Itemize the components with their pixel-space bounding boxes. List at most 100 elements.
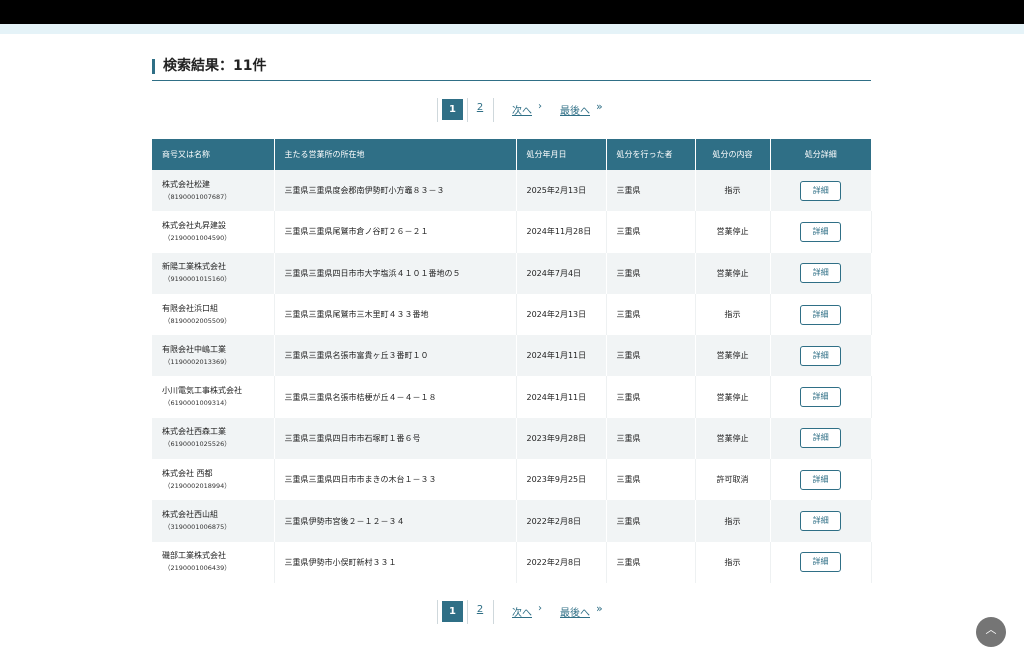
results-title: 検索結果：11件 (163, 58, 267, 74)
company-number: （9190001015160） (164, 275, 231, 284)
detail-button[interactable]: 詳細 (800, 511, 842, 532)
cell-authority: 三重県 (606, 417, 696, 460)
cell-content: 営業停止 (695, 211, 771, 253)
cell-detail: 詳細 (770, 541, 872, 583)
table-row: 磯部工業株式会社 （2190001006439） 三重県伊勢市小俣町新村３３１ 202… (152, 541, 872, 583)
company-number: （1190002013369） (164, 357, 231, 366)
cell-authority: 三重県 (606, 293, 696, 336)
detail-button[interactable]: 詳細 (800, 428, 842, 449)
table-row: 株式会社西山組 （3190001006875） 三重県伊勢市宮後２－１２－３４ 202… (152, 500, 871, 542)
cell-company: 株式会社 西都 （2190002018994） (152, 459, 275, 501)
company-name: 株式会社西森工業 (162, 427, 226, 437)
double-chevron-right-icon[interactable]: » (596, 100, 603, 113)
next-page-link[interactable]: 次へ (512, 102, 532, 117)
top-light-bar (0, 24, 1024, 34)
pagination-divider (467, 600, 468, 624)
table-row: 有限会社浜口組 （8190002005509） 三重県三重県尾鷲市三木里町４３３番地… (152, 293, 872, 336)
chevron-right-icon[interactable]: › (538, 101, 542, 112)
last-page-link[interactable]: 最後へ (560, 604, 590, 619)
cell-detail: 詳細 (770, 459, 872, 501)
detail-button[interactable]: 詳細 (800, 345, 842, 366)
cell-address: 三重県三重県尾鷲市三木里町４３３番地 (274, 293, 517, 336)
header-company-name: 商号又は名称 (152, 139, 275, 170)
company-number: （6190001009314） (164, 399, 231, 408)
cell-authority: 三重県 (606, 335, 696, 377)
double-chevron-right-icon[interactable]: » (596, 602, 603, 615)
cell-company: 小川電気工事株式会社 （6190001009314） (152, 376, 275, 418)
cell-company: 株式会社西山組 （3190001006875） (152, 500, 275, 542)
detail-button[interactable]: 詳細 (800, 387, 841, 408)
cell-address: 三重県三重県四日市市石塚町１番６号 (274, 417, 517, 460)
company-name: 株式会社西山組 (162, 510, 218, 520)
pagination-divider (493, 600, 494, 624)
top-black-bar (0, 0, 1024, 24)
page-2-link[interactable]: 2 (474, 102, 486, 113)
pagination-divider (493, 98, 494, 122)
detail-button[interactable]: 詳細 (800, 469, 841, 490)
cell-date: 2024年1月11日 (516, 376, 607, 418)
detail-button[interactable]: 詳細 (800, 180, 842, 201)
header-address: 主たる営業所の所在地 (274, 139, 517, 170)
table-header-row: 商号又は名称 主たる営業所の所在地 処分年月日 処分を行った者 処分の内容 処分… (152, 139, 871, 170)
cell-date: 2025年2月13日 (516, 170, 607, 212)
company-number: （3190001006875） (164, 523, 231, 532)
detail-button[interactable]: 詳細 (800, 221, 841, 242)
cell-detail: 詳細 (770, 252, 871, 294)
cell-authority: 三重県 (606, 170, 696, 212)
cell-address: 三重県伊勢市小俣町新村３３１ (274, 541, 517, 583)
table-row: 小川電気工事株式会社 （6190001009314） 三重県三重県名張市桔梗が丘４－… (152, 376, 872, 418)
company-name: 小川電気工事株式会社 (162, 386, 242, 396)
company-number: （8190002005509） (164, 316, 231, 325)
last-page-link[interactable]: 最後へ (560, 102, 590, 117)
table-row: 株式会社丸昇建設 （2190001004590） 三重県三重県尾鷲市倉ノ谷町２６－２… (152, 211, 872, 253)
cell-date: 2024年1月11日 (516, 335, 607, 377)
cell-content: 営業停止 (695, 252, 771, 294)
cell-content: 指示 (695, 500, 771, 542)
pagination-divider (437, 600, 438, 624)
company-name: 株式会社松建 (162, 179, 210, 189)
table-row: 株式会社 西都 （2190002018994） 三重県三重県四日市市まきの木台１－３… (152, 459, 872, 501)
company-number: （2190001006439） (164, 564, 231, 573)
cell-address: 三重県三重県名張市富貴ヶ丘３番町１０ (274, 335, 517, 377)
cell-authority: 三重県 (606, 376, 696, 418)
cell-content: 指示 (695, 541, 771, 583)
company-name: 株式会社 西都 (162, 468, 213, 478)
table-row: 新陽工業株式会社 （9190001015160） 三重県三重県四日市市大字塩浜４１０… (152, 252, 871, 294)
cell-content: 許可取消 (695, 459, 771, 501)
company-name: 新陽工業株式会社 (162, 262, 226, 272)
cell-detail: 詳細 (770, 293, 872, 336)
cell-detail: 詳細 (770, 376, 872, 418)
cell-detail: 詳細 (770, 500, 871, 542)
cell-content: 営業停止 (695, 335, 771, 377)
company-number: （8190001007687） (164, 192, 231, 201)
detail-button[interactable]: 詳細 (800, 263, 842, 284)
detail-button[interactable]: 詳細 (800, 304, 841, 325)
back-to-top-button[interactable]: ︿ (976, 617, 1006, 647)
company-name: 有限会社浜口組 (162, 303, 218, 313)
cell-company: 新陽工業株式会社 （9190001015160） (152, 252, 275, 294)
detail-button[interactable]: 詳細 (800, 552, 841, 573)
cell-company: 磯部工業株式会社 （2190001006439） (152, 541, 275, 583)
table-row: 株式会社松建 （8190001007687） 三重県三重県度会郡南伊勢町小方竈８３－… (152, 170, 871, 212)
cell-authority: 三重県 (606, 500, 696, 542)
company-name: 有限会社中嶋工業 (162, 344, 226, 354)
cell-authority: 三重県 (606, 459, 696, 501)
next-page-link[interactable]: 次へ (512, 604, 532, 619)
pagination-divider (467, 98, 468, 122)
page-1-current[interactable]: 1 (442, 99, 463, 120)
header-authority: 処分を行った者 (606, 139, 696, 170)
cell-company: 有限会社中嶋工業 （1190002013369） (152, 335, 275, 377)
company-number: （6190001025526） (164, 440, 231, 449)
cell-content: 指示 (695, 170, 771, 212)
table-row: 株式会社西森工業 （6190001025526） 三重県三重県四日市市石塚町１番６号… (152, 417, 871, 460)
company-number: （2190001004590） (164, 233, 231, 242)
cell-date: 2022年2月8日 (516, 541, 607, 583)
cell-content: 営業停止 (695, 417, 771, 460)
cell-address: 三重県三重県四日市市大字塩浜４１０１番地の５ (274, 252, 517, 294)
page-1-current[interactable]: 1 (442, 601, 463, 622)
chevron-right-icon[interactable]: › (538, 603, 542, 614)
cell-company: 有限会社浜口組 （8190002005509） (152, 293, 275, 336)
header-date: 処分年月日 (516, 139, 607, 170)
page-2-link[interactable]: 2 (474, 604, 486, 615)
cell-content: 営業停止 (695, 376, 771, 418)
